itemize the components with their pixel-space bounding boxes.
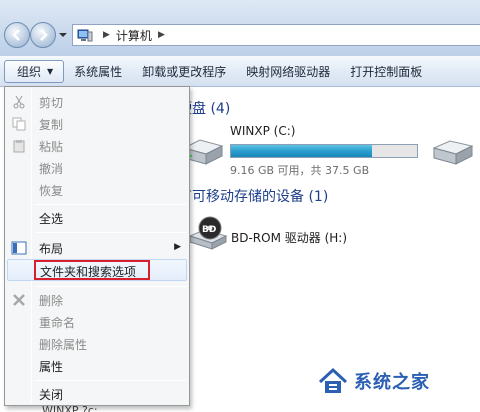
- menu-item-label: 复制: [39, 118, 64, 132]
- bd-rom-drive-icon[interactable]: BD: [188, 216, 228, 252]
- menu-item-rename[interactable]: 重命名: [7, 311, 187, 333]
- recent-pages-chevron-down-icon[interactable]: [58, 31, 68, 39]
- menu-item-label: 文件夹和搜索选项: [40, 265, 137, 279]
- menu-separator: [35, 286, 187, 287]
- menu-item-paste[interactable]: 粘贴: [7, 135, 187, 157]
- menu-item-close[interactable]: 关闭: [7, 383, 187, 405]
- organize-button[interactable]: 组织 ▼: [4, 59, 65, 83]
- map-network-drive-button[interactable]: 映射网络驱动器: [236, 60, 340, 83]
- menu-item-layout[interactable]: 布局 ▶: [7, 237, 187, 259]
- menu-item-label: 重命名: [39, 316, 76, 330]
- address-bar[interactable]: ▶ 计算机 ▶: [72, 24, 480, 46]
- drive-c-name[interactable]: WINXP (C:): [230, 124, 295, 138]
- menu-separator: [35, 204, 187, 205]
- forward-arrow-icon: [40, 29, 48, 41]
- copy-icon: [11, 116, 27, 132]
- menu-item-label: 属性: [39, 360, 64, 374]
- menu-item-remove-properties[interactable]: 删除属性: [7, 333, 187, 355]
- chevron-down-icon: ▼: [47, 66, 54, 76]
- menu-item-label: 布局: [39, 242, 64, 256]
- menu-item-cut[interactable]: 剪切: [7, 91, 187, 113]
- drive-c-usage-fill: [231, 145, 372, 157]
- removable-storage-group-title[interactable]: 有可移动存储的设备 (1): [178, 186, 328, 206]
- computer-icon: [77, 29, 93, 41]
- menu-item-label: 剪切: [39, 96, 64, 110]
- back-button[interactable]: [4, 22, 30, 48]
- scissors-icon: [11, 94, 27, 110]
- menu-item-label: 粘贴: [39, 140, 64, 154]
- command-bar: 组织 ▼ 系统属性 卸载或更改程序 映射网络驱动器 打开控制面板: [0, 56, 480, 87]
- drive-c-free-space: 9.16 GB 可用，共 37.5 GB: [230, 164, 370, 177]
- watermark-text: 系统之家: [354, 372, 430, 393]
- menu-item-select-all[interactable]: 全选: [7, 207, 187, 229]
- menu-item-redo[interactable]: 恢复: [7, 179, 187, 201]
- house-logo-icon: [318, 367, 348, 393]
- menu-item-folder-and-search-options[interactable]: 文件夹和搜索选项: [7, 259, 187, 281]
- menu-item-properties[interactable]: 属性: [7, 355, 187, 377]
- bd-badge: BD: [202, 225, 216, 235]
- forward-button[interactable]: [30, 22, 56, 48]
- menu-item-label: 关闭: [39, 388, 64, 402]
- menu-separator: [35, 380, 187, 381]
- menu-item-label: 恢复: [39, 184, 64, 198]
- delete-x-icon: [11, 292, 27, 308]
- submenu-arrow-icon: ▶: [174, 242, 181, 252]
- layout-icon: [11, 240, 27, 256]
- back-arrow-icon: [12, 29, 20, 41]
- organize-label: 组织: [17, 64, 42, 79]
- menu-item-copy[interactable]: 复制: [7, 113, 187, 135]
- bd-rom-drive-name[interactable]: BD-ROM 驱动器 (H:): [231, 229, 347, 246]
- paste-icon: [11, 138, 27, 154]
- menu-item-undo[interactable]: 撤消: [7, 157, 187, 179]
- breadcrumb-separator[interactable]: ▶: [103, 30, 110, 40]
- breadcrumb-computer[interactable]: 计算机: [116, 27, 152, 44]
- navigation-bar: ▶ 计算机 ▶: [0, 0, 480, 56]
- menu-item-label: 删除: [39, 294, 64, 308]
- menu-item-label: 删除属性: [39, 338, 88, 352]
- menu-item-label: 全选: [39, 212, 64, 226]
- system-properties-button[interactable]: 系统属性: [64, 60, 132, 83]
- menu-item-delete[interactable]: 删除: [7, 289, 187, 311]
- breadcrumb-separator[interactable]: ▶: [158, 30, 165, 40]
- open-control-panel-button[interactable]: 打开控制面板: [340, 60, 432, 83]
- watermark: 系统之家: [318, 366, 430, 396]
- menu-item-label: 撤消: [39, 162, 64, 176]
- drive-c-usage-bar: [230, 144, 418, 158]
- uninstall-program-button[interactable]: 卸载或更改程序: [132, 60, 236, 83]
- organize-dropdown-menu: 剪切 复制 粘贴 撤消 恢复 全选 布局 ▶ 文件夹和搜索选项 删除 重命名 删…: [4, 86, 190, 406]
- hard-drive-icon[interactable]: [430, 138, 474, 168]
- menu-separator: [35, 232, 187, 233]
